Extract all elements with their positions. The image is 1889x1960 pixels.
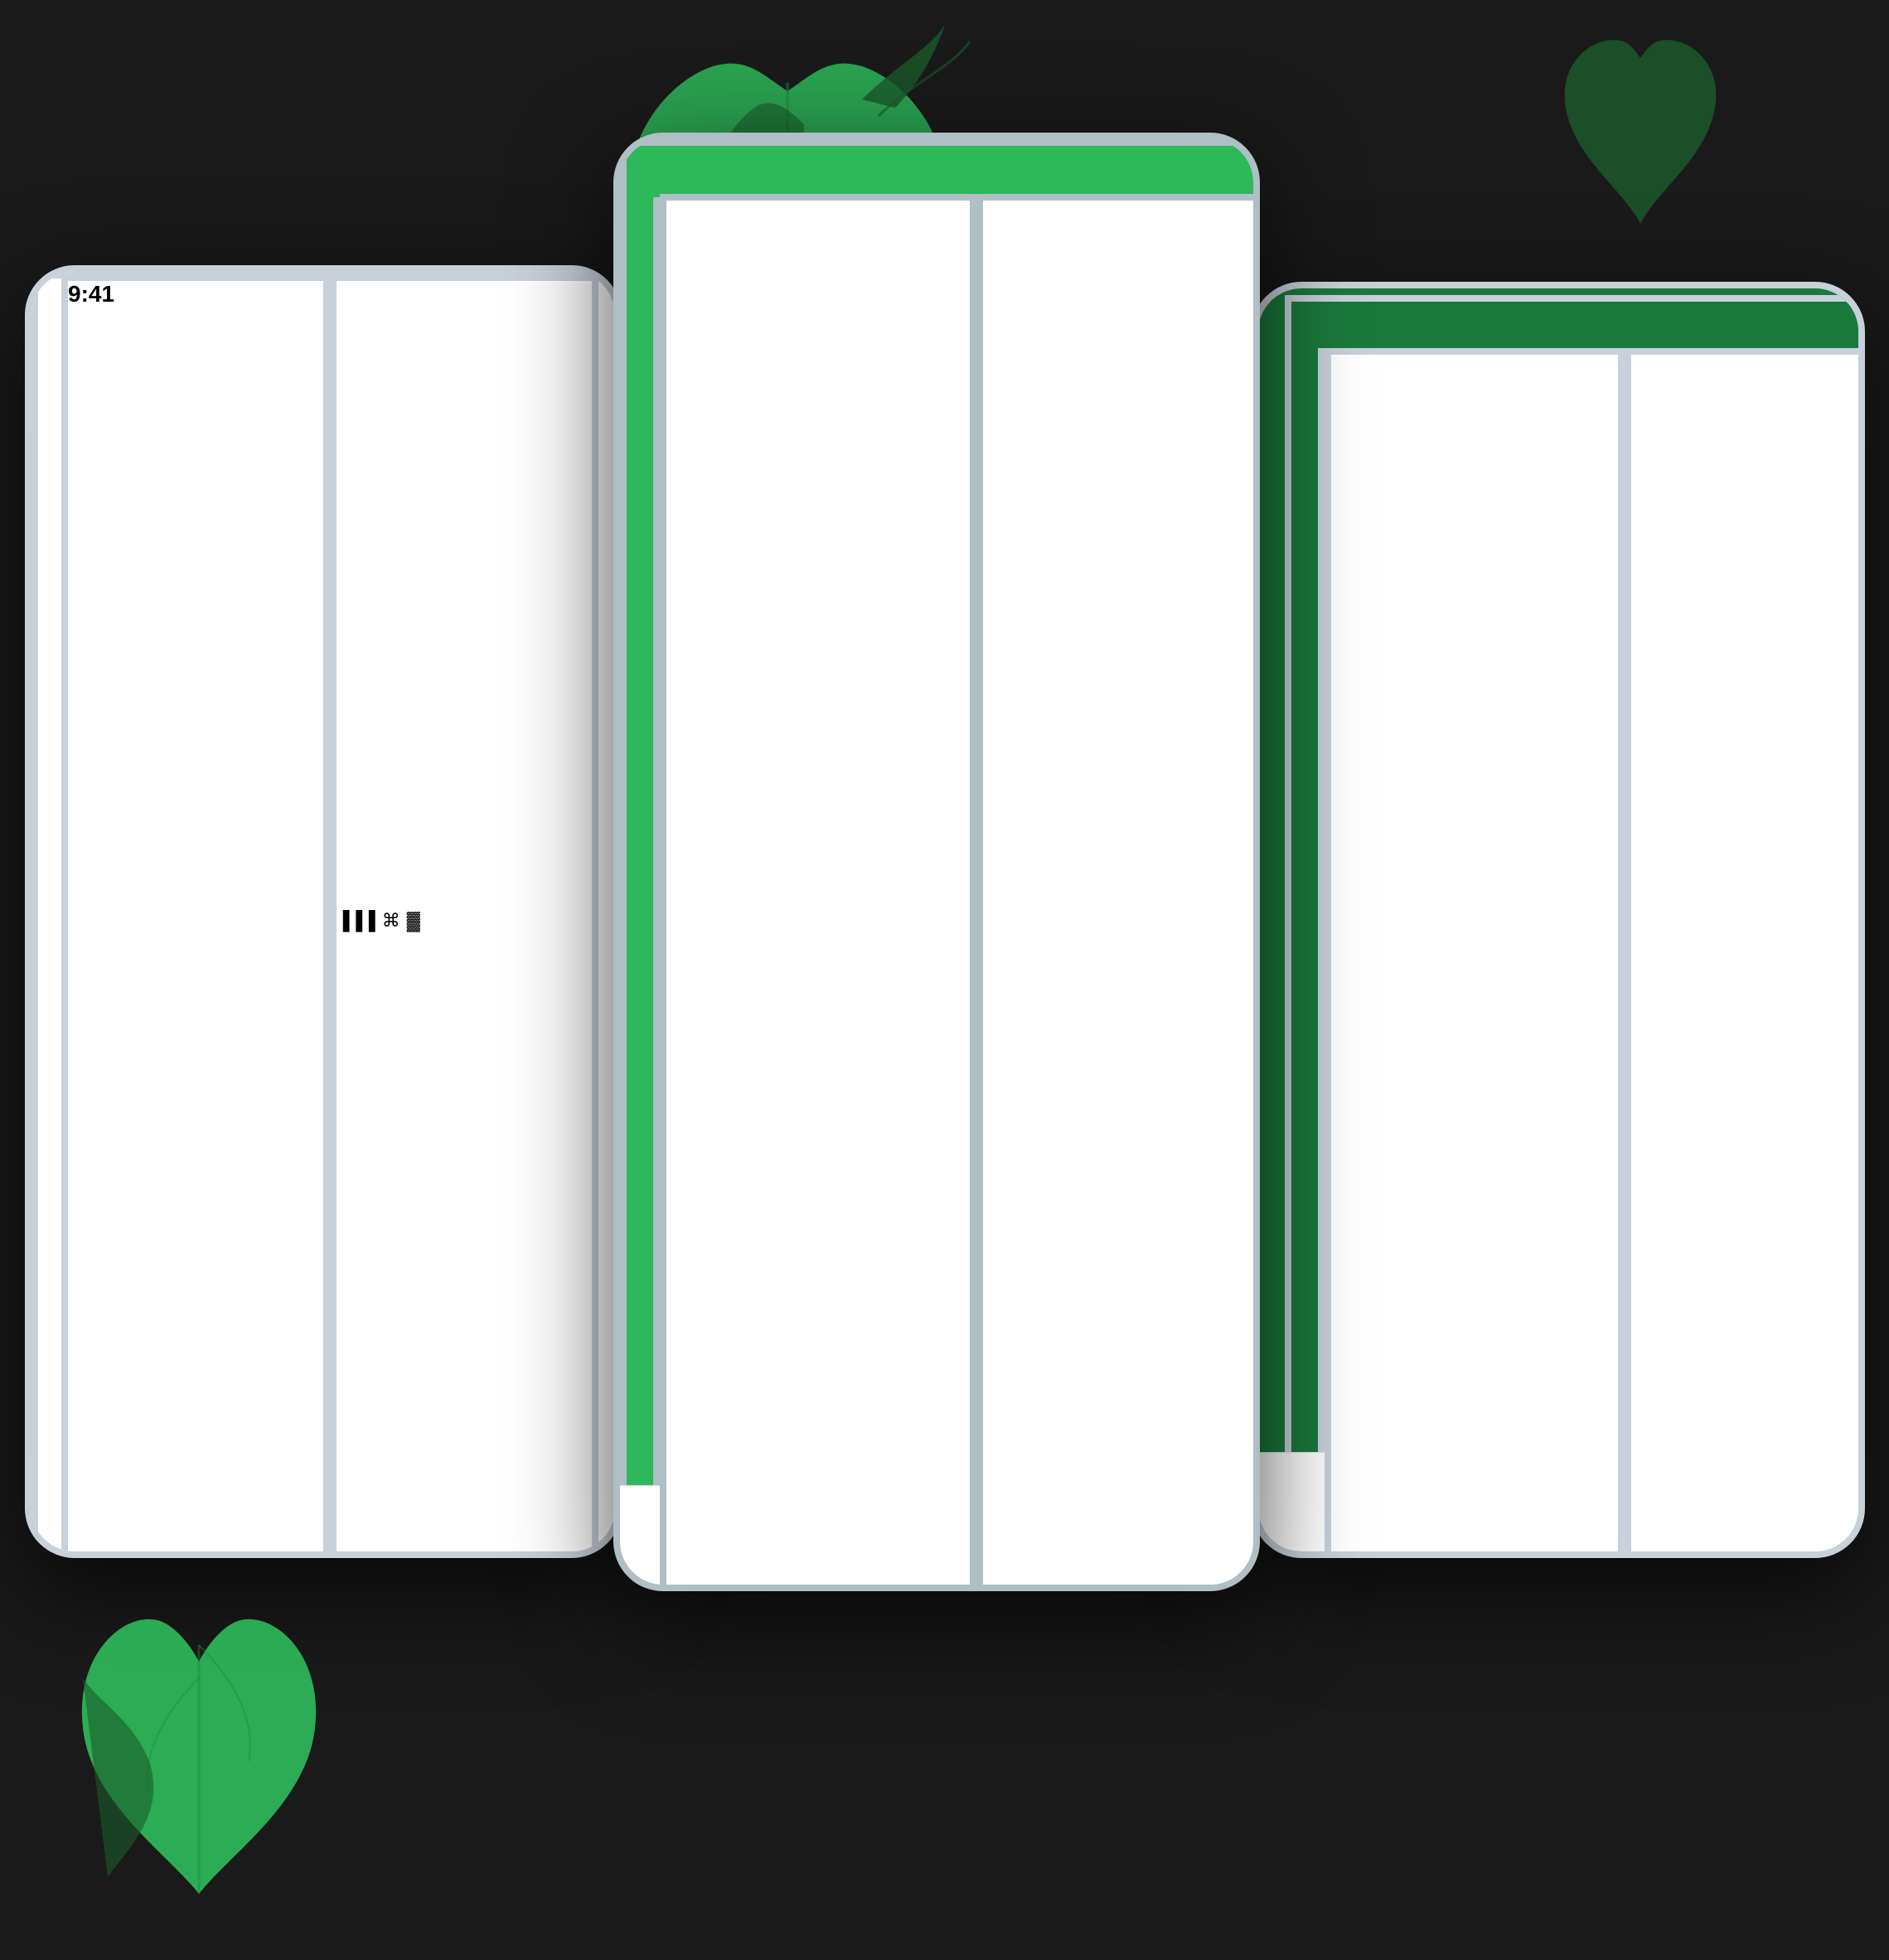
wifi-icon-r: ⌘	[1677, 975, 1695, 997]
status-icons-left: ▐▐▐ ⌘ ▓	[330, 274, 598, 1558]
wifi-icon: ⌘	[382, 910, 400, 932]
battery-icon-c: ▓	[1053, 912, 1067, 934]
signal-icon-c: ▐▐▐	[983, 912, 1022, 934]
signal-icon: ▐▐▐	[337, 910, 375, 932]
status-time-right: 9:41	[1325, 348, 1625, 1558]
top-bar-center: 9:41 ▐▐▐ ⌘ ▓	[620, 139, 1260, 1591]
center-status-icons: ▐▐▐ ⌘ ▓	[976, 194, 1260, 1591]
right-phone: 9:41 ▐▐▐ ⌘ ▓ 👤 £300.44 tred business )))	[1252, 282, 1865, 1558]
right-status-icons: ▐▐▐ ⌘ ▓	[1625, 348, 1865, 1558]
wifi-icon-c: ⌘	[1029, 912, 1047, 934]
center-phone: 9:41 ▐▐▐ ⌘ ▓ tred 👤 All accounts Tred Ha…	[613, 133, 1260, 1591]
top-bar-right: 9:41 ▐▐▐ ⌘ ▓	[1285, 295, 1865, 1558]
right-green-section: 9:41 ▐▐▐ ⌘ ▓ 👤 £300.44 tred business )))	[1258, 288, 1858, 1558]
battery-icon-r: ▓	[1702, 975, 1715, 997]
left-phone: 9:41 ▐▐▐ ⌘ ▓ ‹ Make a Payment Amount £13…	[25, 265, 622, 1558]
status-time-center: 9:41	[660, 194, 976, 1591]
battery-icon: ▓	[407, 910, 420, 932]
signal-icon-r: ▐▐▐	[1631, 975, 1670, 997]
status-time-left: 9:41	[61, 274, 330, 1558]
status-bar-left: 9:41 ▐▐▐ ⌘ ▓	[31, 272, 622, 1558]
status-row-center: 9:41 ▐▐▐ ⌘ ▓	[653, 197, 1260, 1591]
status-row-right: 9:41 ▐▐▐ ⌘ ▓	[1318, 348, 1865, 1558]
